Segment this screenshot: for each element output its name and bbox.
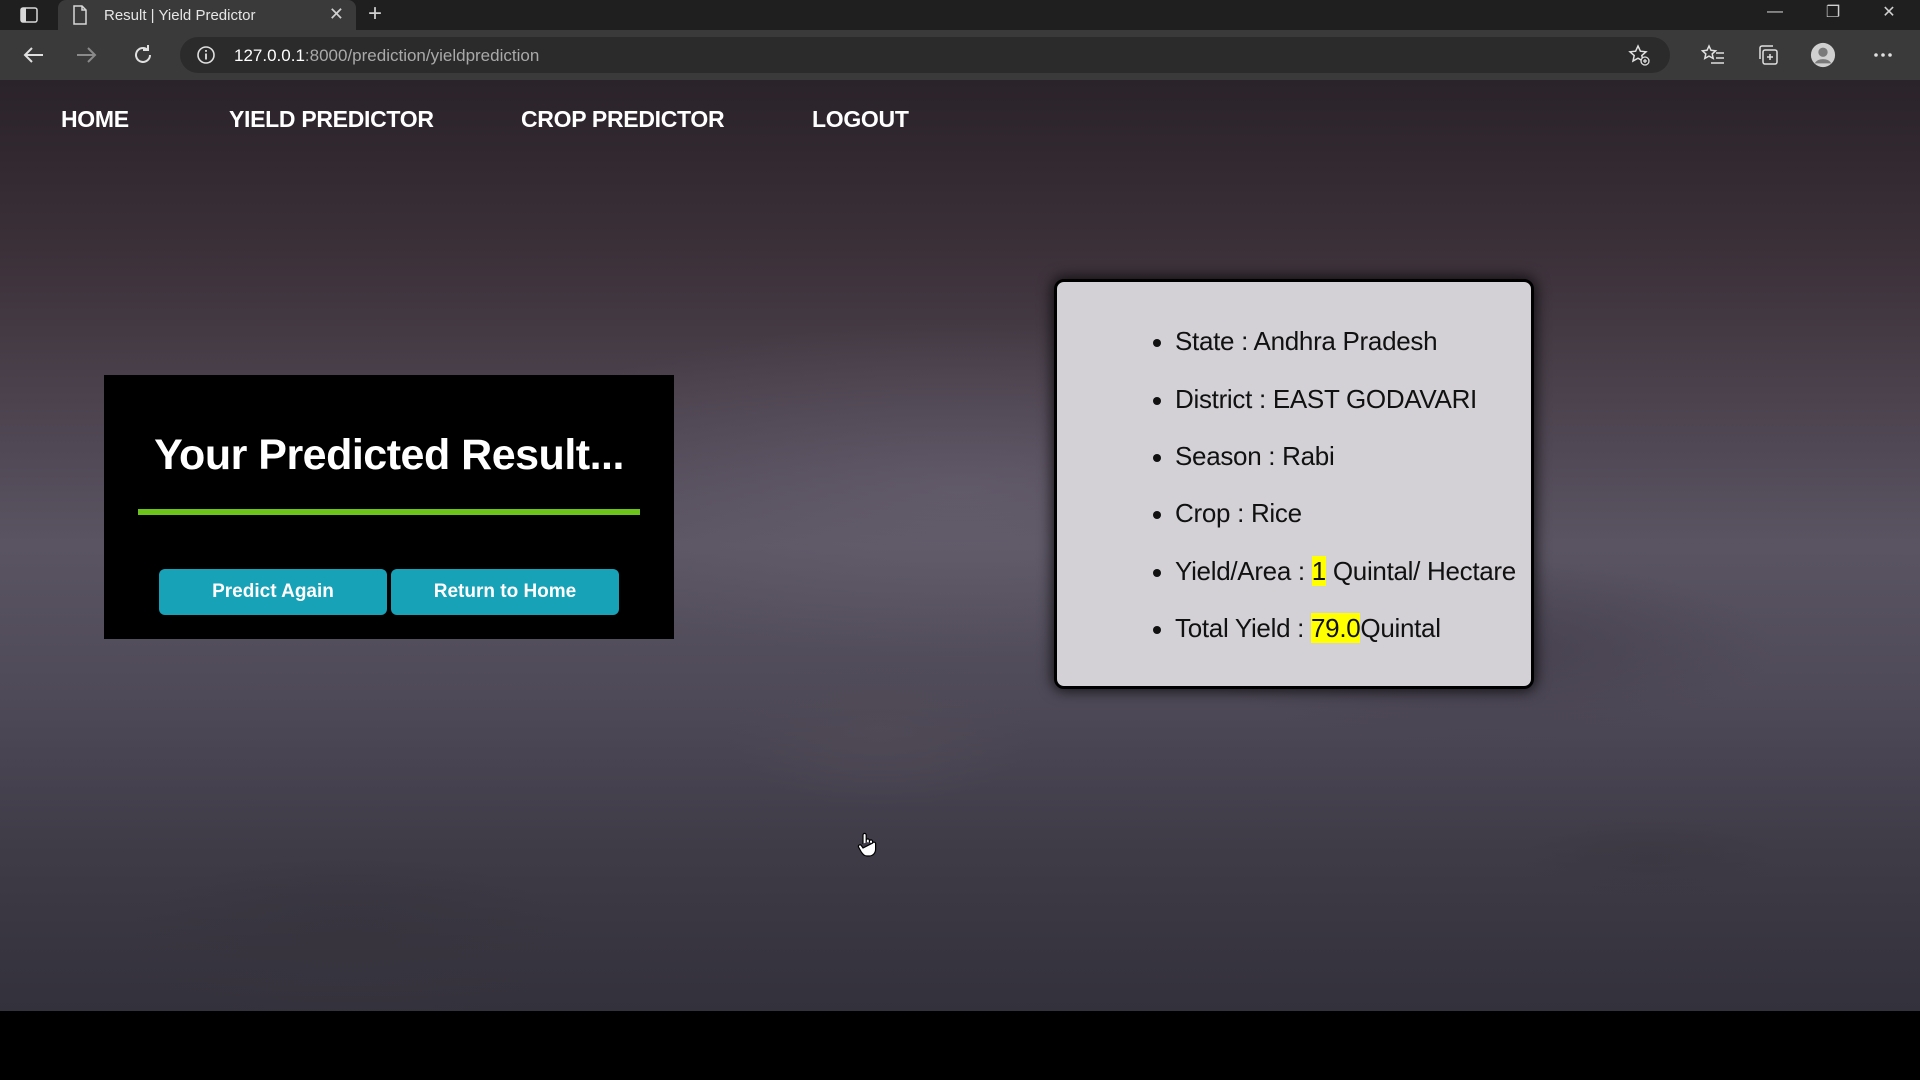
heading-divider [138,509,640,515]
yield-area-value: 1 [1311,556,1326,586]
browser-tab[interactable]: Result | Yield Predictor ✕ [58,0,356,30]
state-label: State : [1175,326,1254,356]
nav-yield-predictor-link[interactable]: YIELD PREDICTOR [229,106,434,133]
predict-again-button[interactable]: Predict Again [159,569,387,615]
new-tab-button[interactable]: + [368,2,382,26]
detail-total-yield: Total Yield : 79.0Quintal [1153,613,1441,644]
bottom-black-band [0,1011,1920,1080]
detail-season: Season : Rabi [1152,441,1335,472]
close-window-button[interactable]: ✕ [1866,0,1912,24]
state-value: Andhra Pradesh [1253,326,1438,356]
reload-icon[interactable] [128,40,158,70]
page-background: HOME YIELD PREDICTOR CROP PREDICTOR LOGO… [0,80,1920,1011]
yield-area-label: Yield/Area : [1175,556,1312,586]
url-text: 127.0.0.1:8000/prediction/yieldpredictio… [234,46,539,66]
more-menu-icon[interactable] [1870,42,1896,68]
result-panel: Your Predicted Result... Predict Again R… [104,375,674,639]
collections-icon[interactable] [1755,42,1781,68]
forward-icon[interactable] [72,40,102,70]
return-to-home-button[interactable]: Return to Home [391,569,619,615]
url-host: 127.0.0.1 [234,46,305,65]
district-value: EAST GODAVARI [1272,384,1477,414]
district-label: District : [1175,384,1273,414]
site-info-icon[interactable] [196,45,216,65]
url-path: :8000/prediction/yieldprediction [304,46,540,65]
page-icon [72,5,90,25]
season-value: Rabi [1282,441,1335,471]
detail-state: State : Andhra Pradesh [1152,326,1438,357]
back-icon[interactable] [18,40,48,70]
nav-crop-predictor-link[interactable]: CROP PREDICTOR [521,106,725,133]
total-yield-label: Total Yield : [1175,613,1311,643]
yield-area-unit: Quintal/ Hectare [1325,556,1516,586]
minimize-button[interactable]: — [1752,0,1798,24]
detail-yield-per-area: Yield/Area : 1 Quintal/ Hectare [1153,556,1516,587]
prediction-details-card: State : Andhra Pradesh District : EAST G… [1054,279,1534,689]
total-yield-unit: Quintal [1360,613,1441,643]
tab-actions-icon[interactable] [18,4,40,26]
total-yield-value: 79.0 [1311,613,1361,643]
tab-close-icon[interactable]: ✕ [329,4,344,24]
add-favorite-icon[interactable] [1628,44,1650,66]
detail-crop: Crop : Rice [1153,498,1302,529]
tab-title: Result | Yield Predictor [104,7,256,24]
address-bar[interactable]: 127.0.0.1:8000/prediction/yieldpredictio… [180,37,1670,73]
browser-tab-bar: Result | Yield Predictor ✕ + — ❐ ✕ [0,0,1920,30]
favorites-icon[interactable] [1700,42,1726,68]
crop-label: Crop : [1175,498,1251,528]
hand-cursor-icon [857,832,877,858]
browser-toolbar: 127.0.0.1:8000/prediction/yieldpredictio… [0,30,1920,80]
restore-button[interactable]: ❐ [1810,0,1856,24]
result-heading: Your Predicted Result... [154,431,624,479]
nav-home-link[interactable]: HOME [61,106,129,133]
profile-avatar-icon[interactable] [1810,42,1836,68]
nav-logout-link[interactable]: LOGOUT [812,106,909,133]
detail-district: District : EAST GODAVARI [1153,384,1477,415]
crop-value: Rice [1250,498,1302,528]
season-label: Season : [1175,441,1283,471]
